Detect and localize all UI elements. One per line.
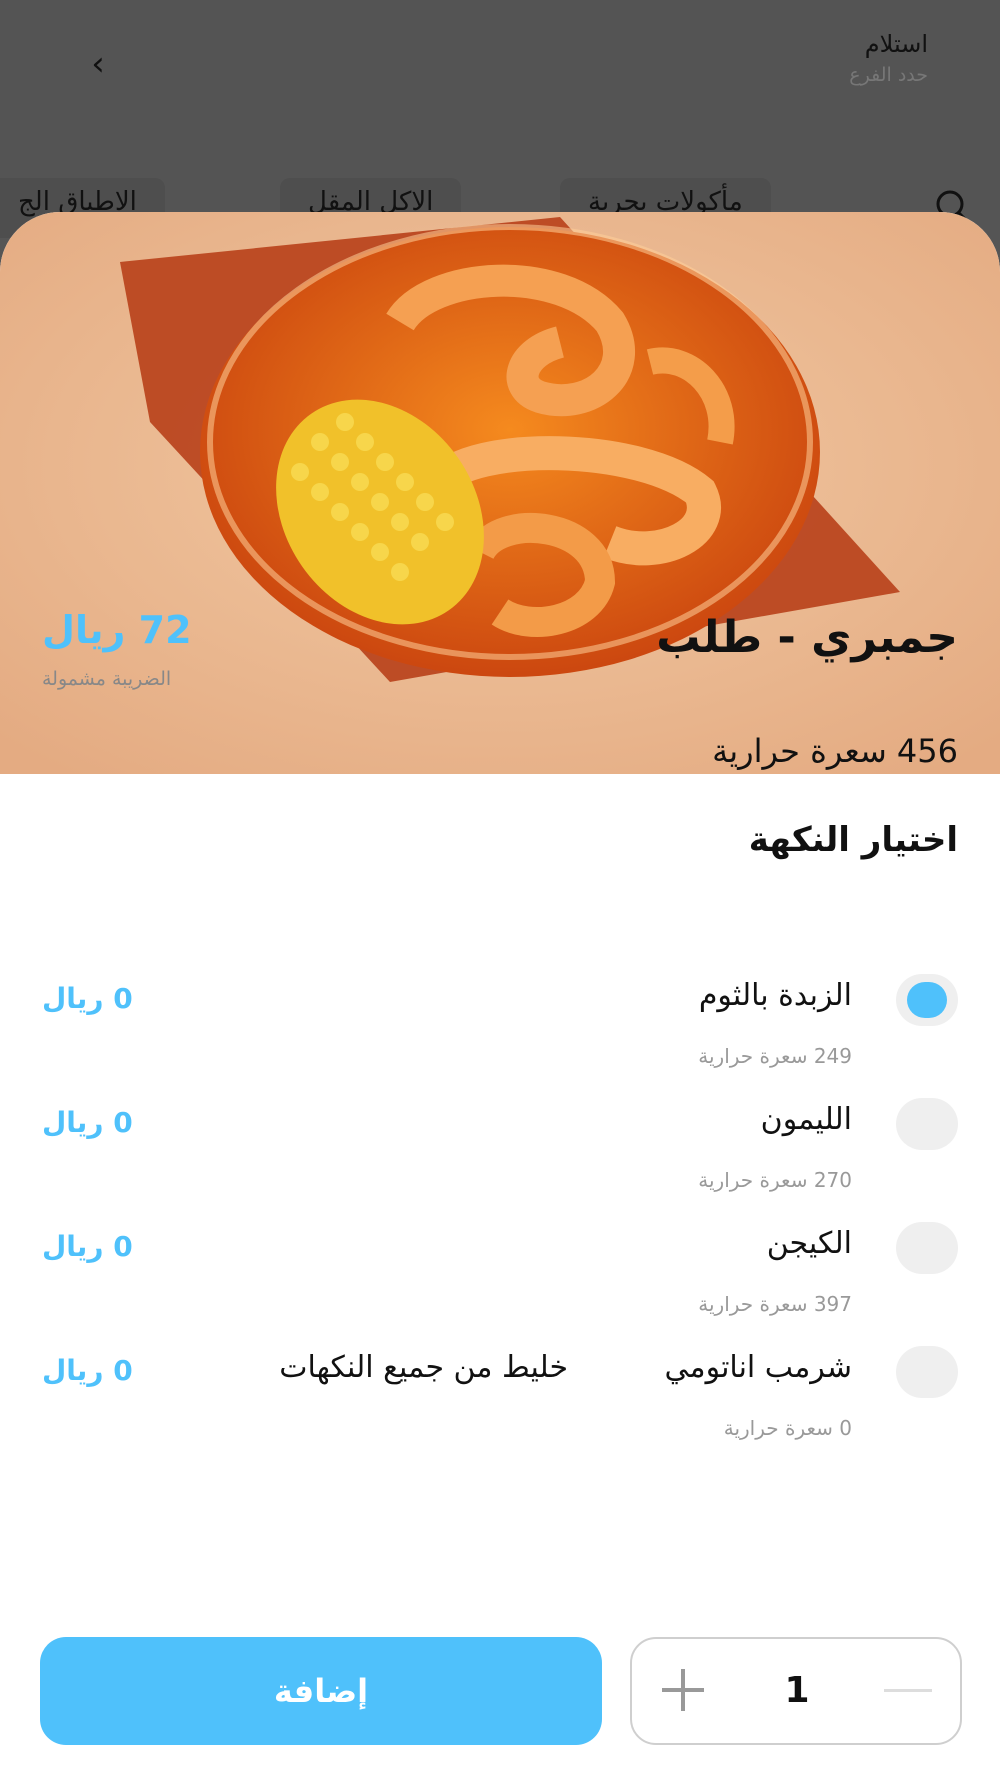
product-calories: 456 سعرة حرارية: [712, 732, 958, 770]
option-calories: 249 سعرة حرارية: [698, 1044, 852, 1068]
option-row-shrimp-anatomy[interactable]: شرمب اناتومي خليط من جميع النكهات 0 ريال…: [0, 1346, 1000, 1470]
option-price: 0 ريال: [42, 1354, 133, 1387]
flavor-section-title: اختيار النكهة: [748, 820, 958, 860]
tax-note: الضريبة مشمولة: [42, 668, 172, 690]
product-title: جمبري - طلب: [656, 612, 958, 663]
option-name: الكيجن: [766, 1226, 852, 1261]
back-button[interactable]: ‹: [78, 44, 118, 84]
pickup-label: استلام: [864, 30, 928, 58]
chevron-left-icon: ‹: [91, 44, 105, 84]
plus-icon[interactable]: [660, 1667, 706, 1713]
option-calories: 270 سعرة حرارية: [698, 1168, 852, 1192]
quantity-value: 1: [784, 1670, 810, 1711]
pickup-selector[interactable]: استلام حدد الفرع: [849, 30, 928, 86]
add-to-cart-button[interactable]: إضافة: [40, 1637, 602, 1745]
option-calories: 397 سعرة حرارية: [698, 1292, 852, 1316]
option-calories: 0 سعرة حرارية: [723, 1416, 852, 1440]
option-description: خليط من جميع النكهات: [279, 1350, 568, 1385]
option-row-garlic-butter[interactable]: الزبدة بالثوم 0 ريال 249 سعرة حرارية: [0, 974, 1000, 1098]
option-radio[interactable]: [896, 1346, 958, 1398]
branch-label: حدد الفرع: [849, 64, 928, 86]
quantity-stepper: 1: [630, 1637, 962, 1745]
minus-icon[interactable]: [884, 1689, 932, 1692]
option-row-cajun[interactable]: الكيجن 0 ريال 397 سعرة حرارية: [0, 1222, 1000, 1346]
option-radio[interactable]: [896, 1222, 958, 1274]
option-name: الليمون: [760, 1102, 852, 1137]
option-price: 0 ريال: [42, 982, 133, 1015]
product-sheet: جمبري - طلب 72 ريال الضريبة مشمولة 456 س…: [0, 212, 1000, 1778]
product-price: 72 ريال: [42, 608, 192, 652]
option-row-lemon[interactable]: الليمون 0 ريال 270 سعرة حرارية: [0, 1098, 1000, 1222]
option-name: الزبدة بالثوم: [698, 978, 852, 1013]
option-name: شرمب اناتومي: [664, 1350, 853, 1385]
option-radio[interactable]: [896, 1098, 958, 1150]
option-price: 0 ريال: [42, 1106, 133, 1139]
option-radio[interactable]: [896, 974, 958, 1026]
footer-bar: إضافة 1: [0, 1600, 1000, 1778]
option-price: 0 ريال: [42, 1230, 133, 1263]
